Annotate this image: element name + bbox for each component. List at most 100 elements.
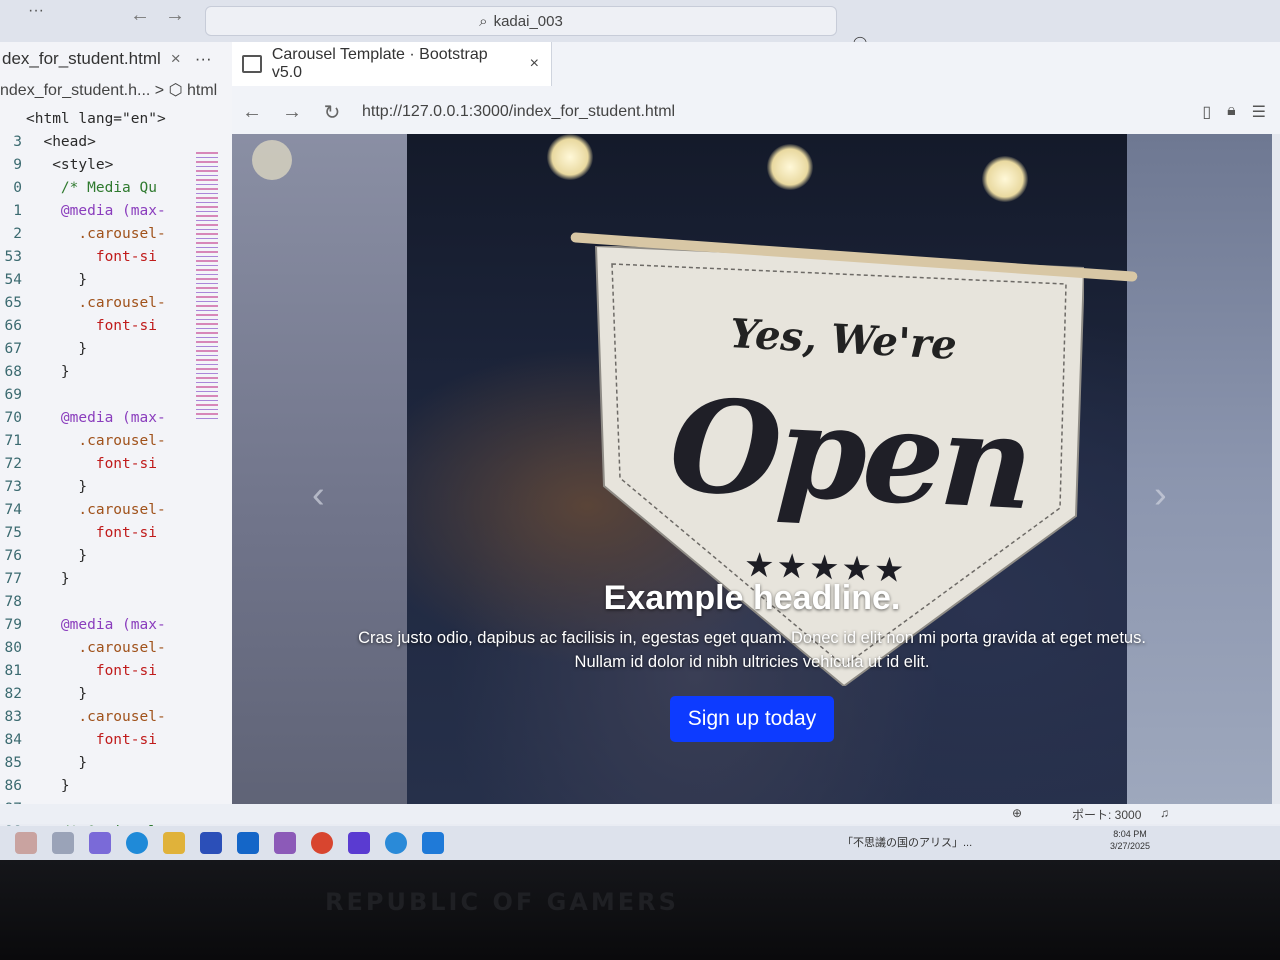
code-line[interactable]: 83 .carousel- — [0, 706, 232, 729]
tray-media-title[interactable]: 「不思議の国のアリス」... — [842, 834, 972, 850]
line-number: 74 — [4, 502, 22, 518]
forward-arrow-icon[interactable]: → — [165, 4, 185, 27]
code-text: } — [26, 341, 88, 357]
code-line[interactable]: 77 } — [0, 568, 232, 591]
outlook-icon[interactable] — [237, 832, 259, 854]
code-line[interactable]: 76 } — [0, 545, 232, 568]
clock[interactable]: 8:04 PM 3/27/2025 — [1110, 828, 1150, 852]
port-status[interactable]: ポート: 3000 — [1072, 806, 1141, 823]
menu-dots-icon[interactable]: ··· — [28, 2, 44, 20]
code-text: <html lang="en"> — [26, 111, 166, 127]
breadcrumb-file[interactable]: ndex_for_student.h... — [0, 82, 150, 99]
code-line[interactable]: 84 font-si — [0, 729, 232, 752]
chrome-icon[interactable] — [311, 832, 333, 854]
code-text: } — [26, 548, 88, 564]
caption-text: Cras justo odio, dapibus ac facilisis in… — [358, 629, 1146, 671]
code-line[interactable]: 81 font-si — [0, 660, 232, 683]
editor-tab-label: dex_for_student.html — [2, 49, 161, 68]
menu-icon[interactable]: ☰ — [1252, 102, 1266, 122]
code-line[interactable]: 75 font-si — [0, 522, 232, 545]
code-line[interactable]: 78 — [0, 591, 232, 614]
sign-up-button[interactable]: Sign up today — [669, 696, 835, 742]
light-bulb — [767, 144, 813, 190]
line-number: 75 — [4, 525, 22, 541]
line-number: 72 — [4, 456, 22, 472]
code-text: .carousel- — [26, 640, 166, 656]
close-tab-icon[interactable]: × — [171, 49, 181, 69]
browser-tab[interactable]: Carousel Template · Bootstrap v5.0 × — [232, 42, 552, 86]
code-line[interactable]: 74 .carousel- — [0, 499, 232, 522]
breadcrumb-separator: > — [154, 82, 165, 99]
back-icon[interactable]: ← — [232, 101, 272, 124]
editor-tab[interactable]: dex_for_student.html × ··· — [0, 42, 230, 76]
breadcrumb-node[interactable]: html — [187, 82, 217, 99]
telegram-icon[interactable] — [385, 832, 407, 854]
copilot-app-icon[interactable] — [89, 832, 111, 854]
teams-icon[interactable] — [274, 832, 296, 854]
scrollbar[interactable] — [1272, 134, 1280, 810]
carousel-prev-icon[interactable]: ‹ — [312, 474, 325, 517]
line-number: 77 — [4, 571, 22, 587]
url-field[interactable]: http://127.0.0.1:3000/index_for_student.… — [362, 103, 675, 121]
code-text: } — [26, 755, 88, 771]
reload-icon[interactable]: ↻ — [312, 100, 352, 125]
line-number: 79 — [4, 617, 22, 633]
back-arrow-icon[interactable]: ← — [130, 4, 150, 27]
code-line[interactable]: 82 } — [0, 683, 232, 706]
code-text: font-si — [26, 318, 157, 334]
code-line[interactable]: 80 .carousel- — [0, 637, 232, 660]
code-line[interactable]: 3 <head> — [0, 131, 232, 154]
code-line[interactable]: 71 .carousel- — [0, 430, 232, 453]
code-line[interactable]: <html lang="en"> — [0, 108, 232, 131]
headline: Example headline. — [603, 579, 901, 617]
line-number: 86 — [4, 778, 22, 794]
forward-icon[interactable]: → — [272, 101, 312, 124]
code-text: .carousel- — [26, 226, 166, 242]
carousel-next-icon[interactable]: › — [1154, 474, 1167, 517]
line-number: 82 — [4, 686, 22, 702]
code-text: font-si — [26, 249, 157, 265]
notifications-icon[interactable]: ♫ — [1160, 806, 1169, 820]
light-bulb — [547, 134, 593, 180]
line-number: 1 — [13, 203, 22, 219]
store-icon[interactable] — [200, 832, 222, 854]
minimap[interactable] — [196, 152, 218, 422]
simple-browser-pane: Carousel Template · Bootstrap v5.0 × ← →… — [232, 42, 1280, 812]
code-text: /* Media Qu — [26, 180, 157, 196]
code-text: } — [26, 479, 88, 495]
cube-icon: ⬡ — [168, 82, 183, 99]
widgets-icon[interactable] — [15, 832, 37, 854]
code-line[interactable]: 73 } — [0, 476, 232, 499]
split-view-icon[interactable]: ▯ — [1202, 102, 1211, 122]
vscode-titlebar: ··· ← → ⌕ kadai_003 ⚇ — [0, 0, 1280, 54]
sign-text-open: Open — [666, 370, 1034, 540]
line-number: 83 — [4, 709, 22, 725]
code-line[interactable]: 86 } — [0, 775, 232, 798]
bootstrap-icon[interactable] — [348, 832, 370, 854]
code-text: } — [26, 686, 88, 702]
edge-icon[interactable] — [126, 832, 148, 854]
code-line[interactable]: 79 @media (max- — [0, 614, 232, 637]
code-text: .carousel- — [26, 295, 166, 311]
code-line[interactable]: 85 } — [0, 752, 232, 775]
command-search-box[interactable]: ⌕ kadai_003 — [205, 6, 837, 36]
code-text: @media (max- — [26, 617, 166, 633]
line-number: 71 — [4, 433, 22, 449]
more-actions-icon[interactable]: ··· — [195, 49, 212, 69]
line-number: 9 — [13, 157, 22, 173]
line-number: 85 — [4, 755, 22, 771]
close-tab-icon[interactable]: × — [530, 55, 539, 73]
code-line[interactable]: 72 font-si — [0, 453, 232, 476]
code-text: font-si — [26, 525, 157, 541]
line-number: 68 — [4, 364, 22, 380]
vscode-icon[interactable] — [422, 832, 444, 854]
file-explorer-icon[interactable] — [163, 832, 185, 854]
code-text: .carousel- — [26, 709, 166, 725]
browser-tab-title: Carousel Template · Bootstrap v5.0 — [271, 46, 488, 81]
code-text: } — [26, 272, 88, 288]
carousel: Yes, We're Open ★★★★★ ‹ › Example headli… — [232, 134, 1272, 810]
task-view-icon[interactable] — [52, 832, 74, 854]
line-number: 3 — [13, 134, 22, 150]
zoom-icon[interactable]: ⊕ — [1012, 806, 1022, 820]
lock-icon[interactable]: 🔒︎ — [1227, 102, 1236, 122]
